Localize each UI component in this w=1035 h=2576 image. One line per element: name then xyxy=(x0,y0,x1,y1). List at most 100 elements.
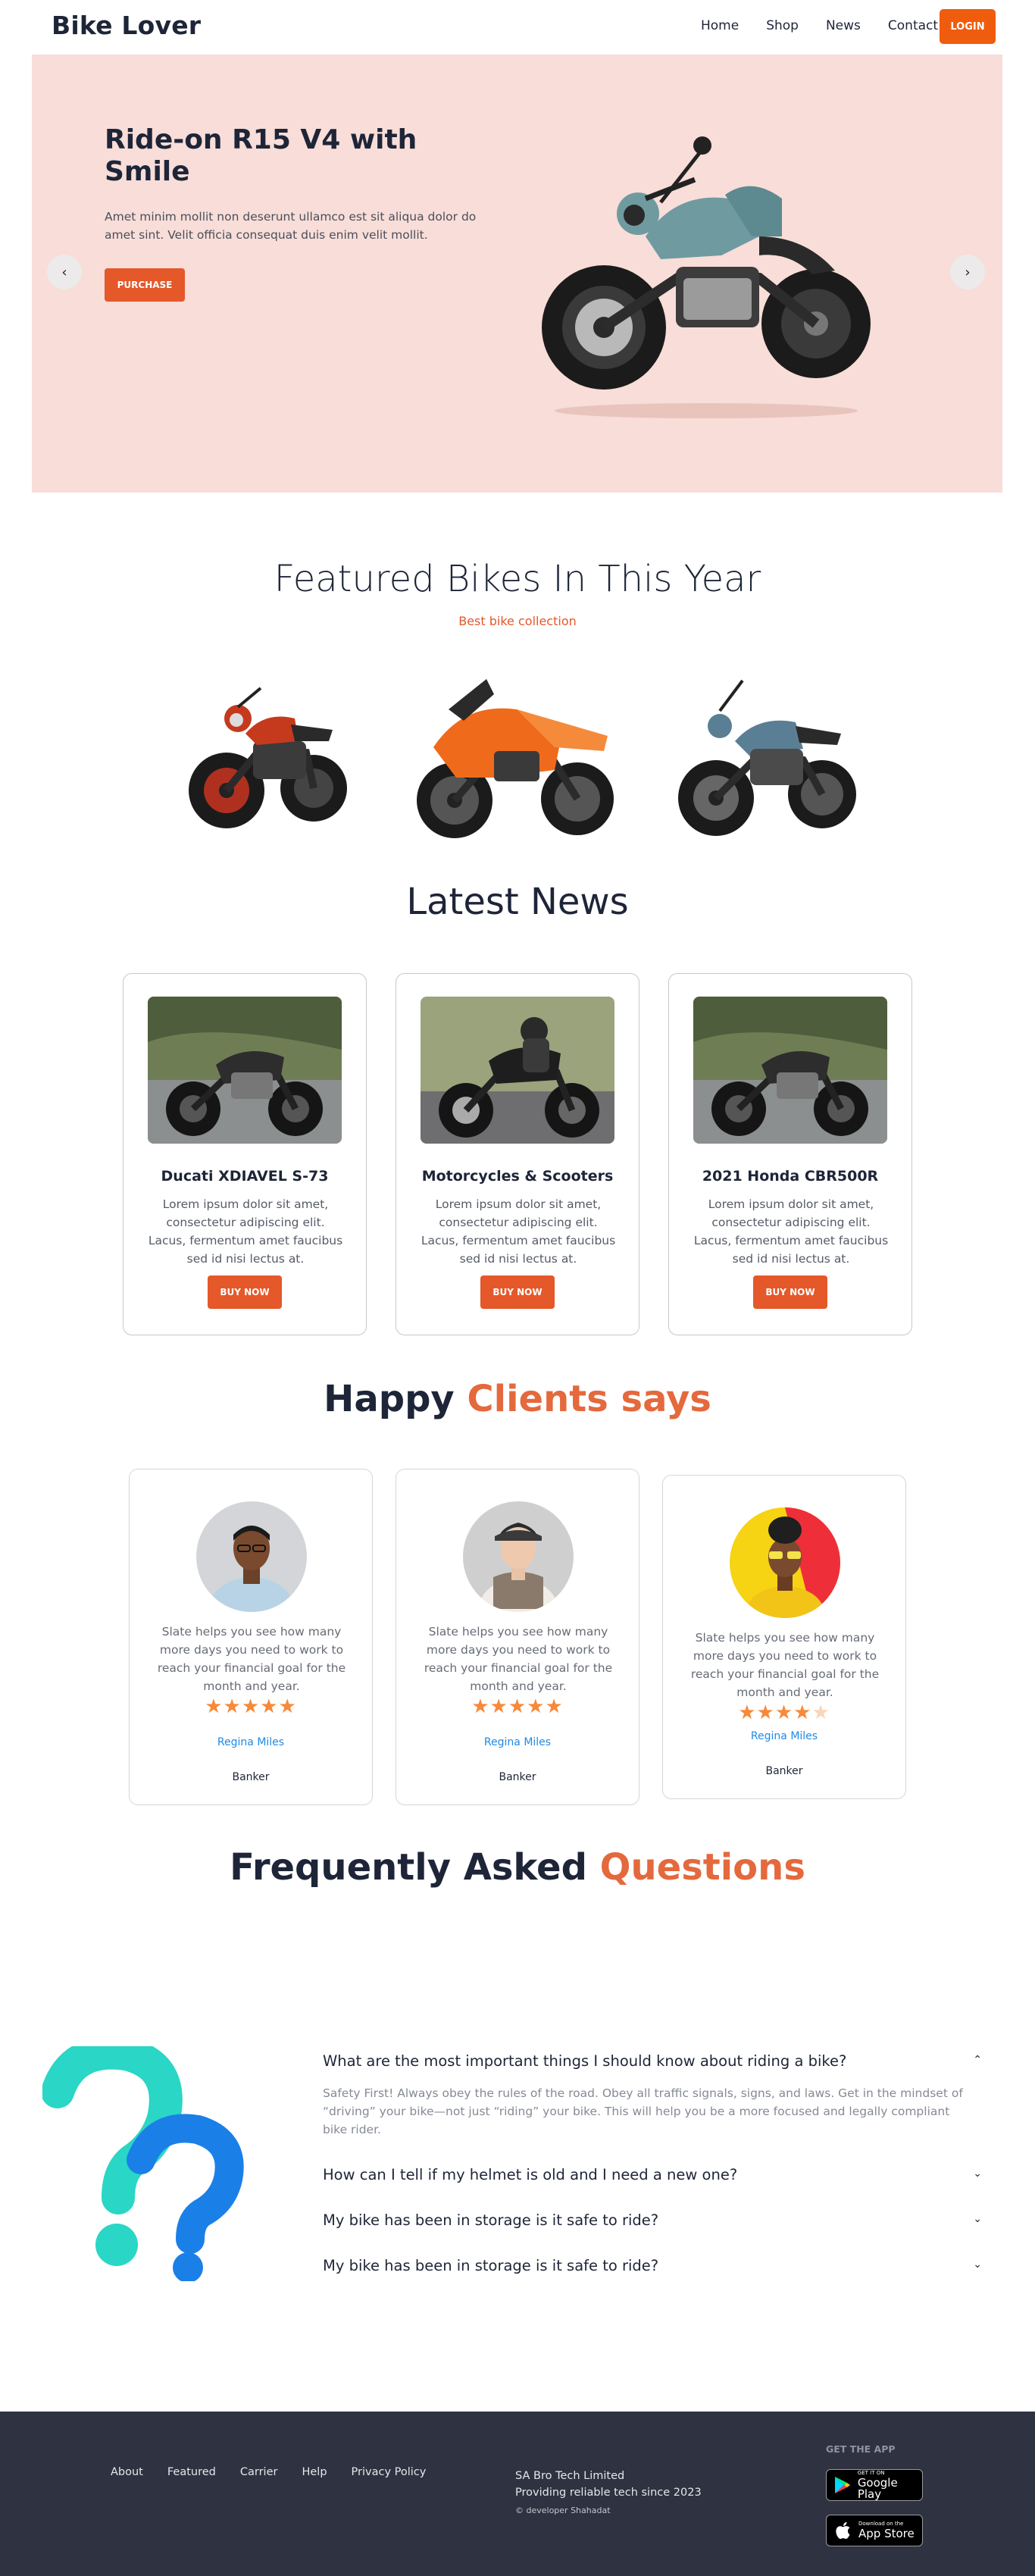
nav-link-news[interactable]: News xyxy=(826,18,861,33)
google-play-icon xyxy=(833,2474,853,2496)
star-icon: ★ xyxy=(278,1695,297,1718)
apple-icon xyxy=(833,2520,854,2541)
news-card: Motorcycles & Scooters Lorem ipsum dolor… xyxy=(396,973,639,1335)
client-name[interactable]: Regina Miles xyxy=(130,1736,372,1748)
featured-bike-red-image[interactable] xyxy=(185,665,352,837)
get-app-label: GET THE APP xyxy=(826,2443,896,2455)
client-card: Slate helps you see how many more days y… xyxy=(662,1475,906,1799)
clients-title-accent: Clients says xyxy=(467,1378,711,1420)
news-card: Ducati XDIAVEL S-73 Lorem ipsum dolor si… xyxy=(123,973,367,1335)
star-icon: ★ xyxy=(223,1695,242,1718)
star-icon: ★ xyxy=(241,1695,261,1718)
app-store-big-text: App Store xyxy=(858,2527,915,2540)
featured-title: Featured Bikes In This Year xyxy=(274,558,761,600)
faq-question[interactable]: How can I tell if my helmet is old and I… xyxy=(323,2166,982,2183)
faq-item[interactable]: My bike has been in storage is it safe t… xyxy=(323,2211,982,2229)
faq-item[interactable]: How can I tell if my helmet is old and I… xyxy=(323,2166,982,2183)
company-info: SA Bro Tech Limited Providing reliable t… xyxy=(515,2468,702,2501)
client-quote: Slate helps you see how many more days y… xyxy=(690,1631,880,1699)
news-image-scooters xyxy=(421,997,614,1144)
client-quote: Slate helps you see how many more days y… xyxy=(424,1625,613,1693)
nav-link-contact[interactable]: Contact xyxy=(888,18,938,33)
client-role: Banker xyxy=(499,1771,536,1783)
login-button[interactable]: LOGIN xyxy=(940,9,996,44)
company-name: SA Bro Tech Limited xyxy=(515,2470,625,2482)
nav-link-shop[interactable]: Shop xyxy=(766,18,799,33)
faq-item-open[interactable]: What are the most important things I sho… xyxy=(323,2052,982,2070)
star-icon: ★ xyxy=(508,1695,527,1718)
rating-stars: ★★★★★ xyxy=(130,1695,372,1718)
news-card-title: Ducati XDIAVEL S-73 xyxy=(161,1168,329,1185)
buy-now-button[interactable]: BUY NOW xyxy=(208,1275,282,1309)
star-icon: ★ xyxy=(774,1701,794,1724)
star-icon: ★ xyxy=(205,1695,224,1718)
rating-stars: ★★★★★ xyxy=(663,1701,905,1724)
faq-question[interactable]: What are the most important things I sho… xyxy=(323,2052,982,2070)
footer-link-help[interactable]: Help xyxy=(302,2466,327,2478)
client-card: Slate helps you see how many more days y… xyxy=(396,1469,639,1805)
news-title: Latest News xyxy=(406,881,629,923)
news-card: 2021 Honda CBR500R Lorem ipsum dolor sit… xyxy=(668,973,912,1335)
google-play-small-text: GET IT ON xyxy=(857,2469,885,2476)
footer-link-privacy[interactable]: Privacy Policy xyxy=(352,2466,427,2478)
footer-link-featured[interactable]: Featured xyxy=(167,2466,216,2478)
star-icon: ★ xyxy=(545,1695,564,1718)
news-card-text: Lorem ipsum dolor sit amet, consectetur … xyxy=(693,1197,889,1266)
featured-subtitle: Best bike collection xyxy=(458,614,577,628)
news-card-title: 2021 Honda CBR500R xyxy=(702,1168,879,1185)
hero-text: Amet minim mollit non deserunt ullamco e… xyxy=(105,210,477,242)
chevron-down-icon[interactable]: ⌄ xyxy=(973,2168,982,2180)
google-play-button[interactable]: GET IT ON Google Play xyxy=(826,2469,923,2501)
app-store-button[interactable]: Download on the App Store xyxy=(826,2515,923,2546)
footer-link-carrier[interactable]: Carrier xyxy=(240,2466,278,2478)
client-name[interactable]: Regina Miles xyxy=(663,1730,905,1742)
star-icon: ★ xyxy=(260,1695,279,1718)
chevron-up-icon[interactable]: ⌃ xyxy=(973,2054,982,2066)
client-name[interactable]: Regina Miles xyxy=(396,1736,639,1748)
hero-prev-arrow[interactable]: ‹ xyxy=(47,255,82,290)
featured-bike-blue-image[interactable] xyxy=(674,665,861,841)
nav-link-home[interactable]: Home xyxy=(701,18,739,33)
hero-banner: ‹ Ride-on R15 V4 with Smile Amet minim m… xyxy=(32,55,1002,493)
faq-title-accent: Questions xyxy=(599,1846,805,1889)
footer-links: About Featured Carrier Help Privacy Poli… xyxy=(111,2466,450,2478)
news-card-text: Lorem ipsum dolor sit amet, consectetur … xyxy=(148,1197,343,1266)
star-icon: ★ xyxy=(489,1695,508,1718)
buy-now-button[interactable]: BUY NOW xyxy=(753,1275,827,1309)
hero-next-arrow[interactable]: › xyxy=(950,255,985,290)
hero-motorcycle-image xyxy=(542,136,871,418)
star-icon: ★ xyxy=(471,1695,490,1718)
developer-credit: © developer Shahadat xyxy=(515,2506,611,2515)
app-store-small-text: Download on the xyxy=(858,2521,904,2527)
faq-title-main: Frequently Asked xyxy=(230,1846,600,1889)
purchase-button[interactable]: PURCHASE xyxy=(105,268,185,302)
client-quote: Slate helps you see how many more days y… xyxy=(157,1625,346,1693)
question-mark-illustration xyxy=(42,2046,244,2281)
featured-bike-orange-image[interactable] xyxy=(403,664,630,843)
nav-links: Home Shop News Contact xyxy=(701,18,965,33)
news-card-title: Motorcycles & Scooters xyxy=(421,1168,614,1185)
star-icon: ★ xyxy=(793,1701,812,1724)
clients-title-main: Happy xyxy=(324,1378,467,1420)
client-role: Banker xyxy=(232,1771,270,1783)
faq-item[interactable]: My bike has been in storage is it safe t… xyxy=(323,2257,982,2274)
google-play-big-text: Google Play xyxy=(857,2475,898,2501)
avatar xyxy=(196,1501,307,1612)
hero-title: Ride-on R15 V4 with Smile xyxy=(105,124,417,187)
faq-question[interactable]: My bike has been in storage is it safe t… xyxy=(323,2211,982,2229)
faq-answer: Safety First! Always obey the rules of t… xyxy=(323,2086,963,2136)
star-icon: ★ xyxy=(527,1695,546,1718)
rating-stars: ★★★★★ xyxy=(396,1695,639,1718)
avatar xyxy=(730,1507,840,1618)
chevron-down-icon[interactable]: ⌄ xyxy=(973,2213,982,2225)
client-card: Slate helps you see how many more days y… xyxy=(129,1469,373,1805)
star-icon: ★ xyxy=(756,1701,775,1724)
news-image-ducati xyxy=(148,997,342,1144)
chevron-down-icon[interactable]: ⌄ xyxy=(973,2258,982,2271)
navbar: Bike Lover Home Shop News Contact LOGIN xyxy=(0,0,1035,55)
brand-logo[interactable]: Bike Lover xyxy=(52,11,201,40)
faq-question[interactable]: My bike has been in storage is it safe t… xyxy=(323,2257,982,2274)
footer-link-about[interactable]: About xyxy=(111,2466,143,2478)
buy-now-button[interactable]: BUY NOW xyxy=(480,1275,555,1309)
footer: About Featured Carrier Help Privacy Poli… xyxy=(0,2412,1035,2576)
